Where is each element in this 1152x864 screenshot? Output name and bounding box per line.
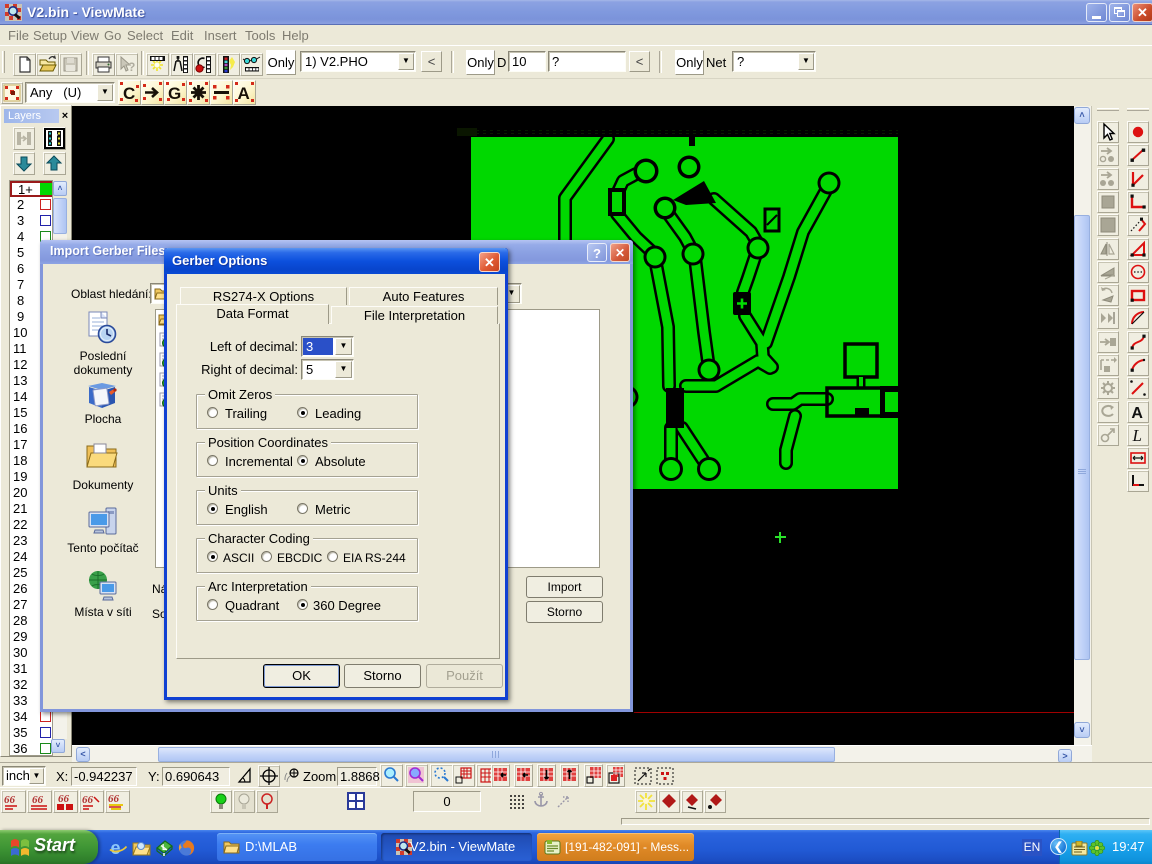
svg-text:66: 66 bbox=[32, 794, 44, 806]
svg-text:66: 66 bbox=[82, 794, 94, 806]
svg-text:A: A bbox=[1131, 405, 1143, 422]
svg-text:?: ? bbox=[128, 60, 135, 74]
svg-text:L: L bbox=[1132, 426, 1142, 445]
svg-text:66: 66 bbox=[4, 794, 16, 806]
svg-text:66: 66 bbox=[58, 793, 70, 805]
svg-text:e: e bbox=[111, 839, 121, 857]
svg-text:L: L bbox=[162, 843, 167, 852]
svg-text:C: C bbox=[123, 84, 135, 103]
svg-text:66: 66 bbox=[108, 793, 120, 805]
svg-text:A: A bbox=[238, 84, 250, 103]
